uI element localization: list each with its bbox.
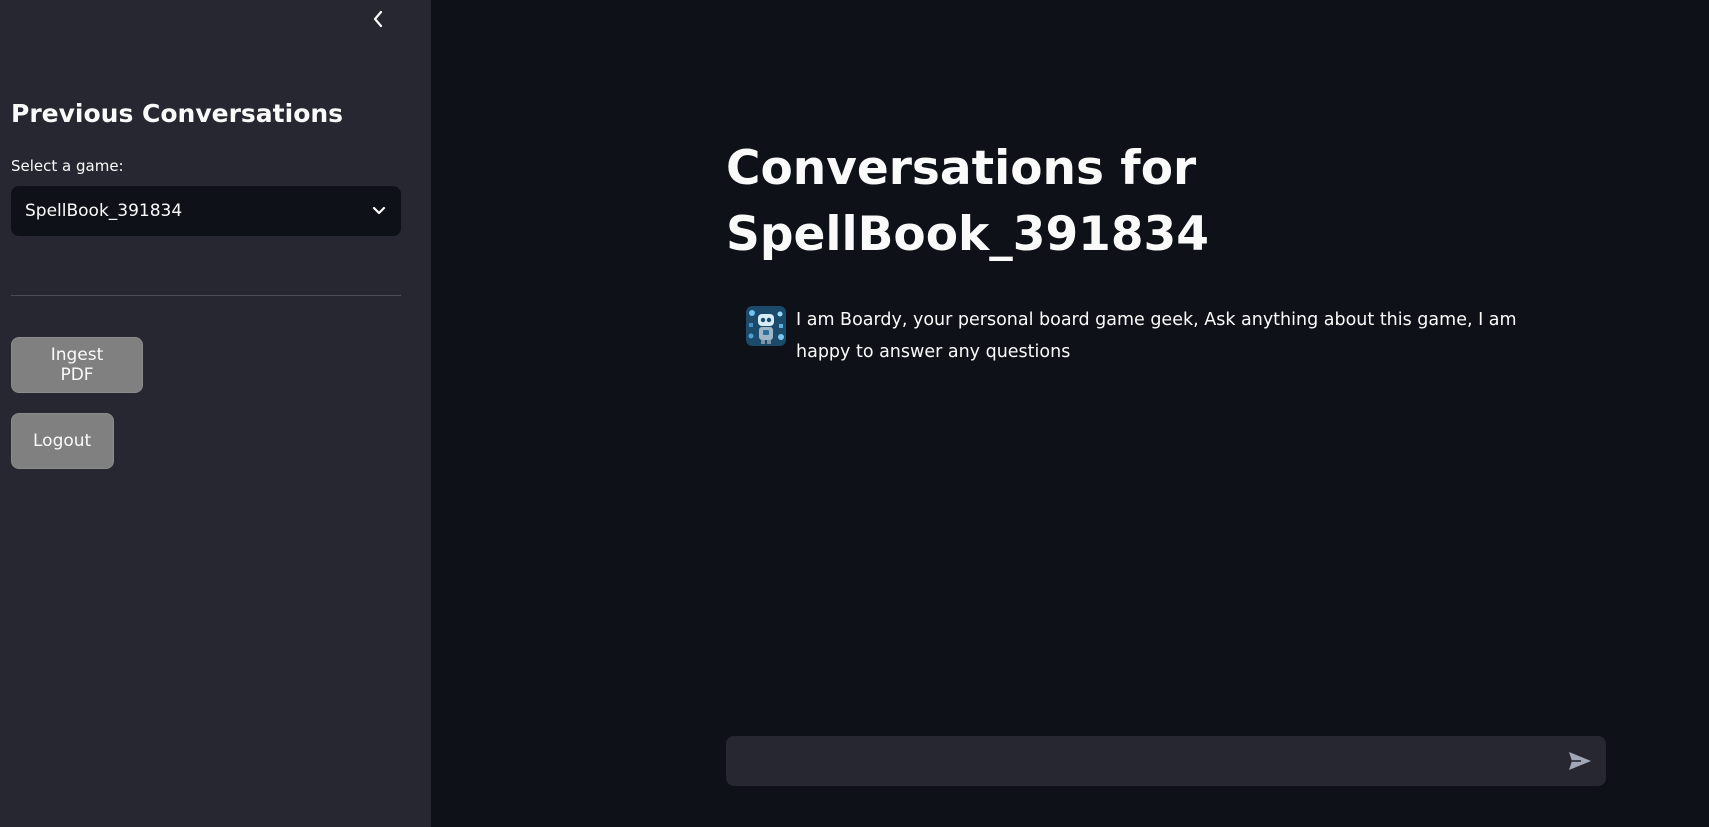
collapse-sidebar-button[interactable] [366,6,390,32]
chat-input-container [726,736,1606,786]
select-game-label: Select a game: [11,157,124,175]
sidebar-title: Previous Conversations [11,99,344,128]
ingest-pdf-button[interactable]: Ingest PDF [11,337,143,393]
chat-message: I am Boardy, your personal board game ge… [746,306,1566,368]
sidebar-divider [11,295,401,296]
app-root: Previous Conversations Select a game: Sp… [0,0,1709,827]
game-select[interactable]: SpellBook_391834 [11,186,401,236]
chat-message-text: I am Boardy, your personal board game ge… [796,310,1517,362]
chevron-left-icon [373,10,383,28]
send-icon [1569,752,1591,770]
page-title-line2: SpellBook_391834 [726,207,1209,262]
send-button[interactable] [1564,746,1596,776]
page-title: Conversations for SpellBook_391834 [726,136,1209,268]
sidebar: Previous Conversations Select a game: Sp… [0,0,431,827]
game-select-value: SpellBook_391834 [25,201,183,221]
logout-button[interactable]: Logout [11,413,114,469]
robot-avatar [746,306,786,346]
chat-input[interactable] [726,736,1546,786]
chevron-down-icon [372,206,386,215]
page-title-line1: Conversations for [726,141,1197,196]
